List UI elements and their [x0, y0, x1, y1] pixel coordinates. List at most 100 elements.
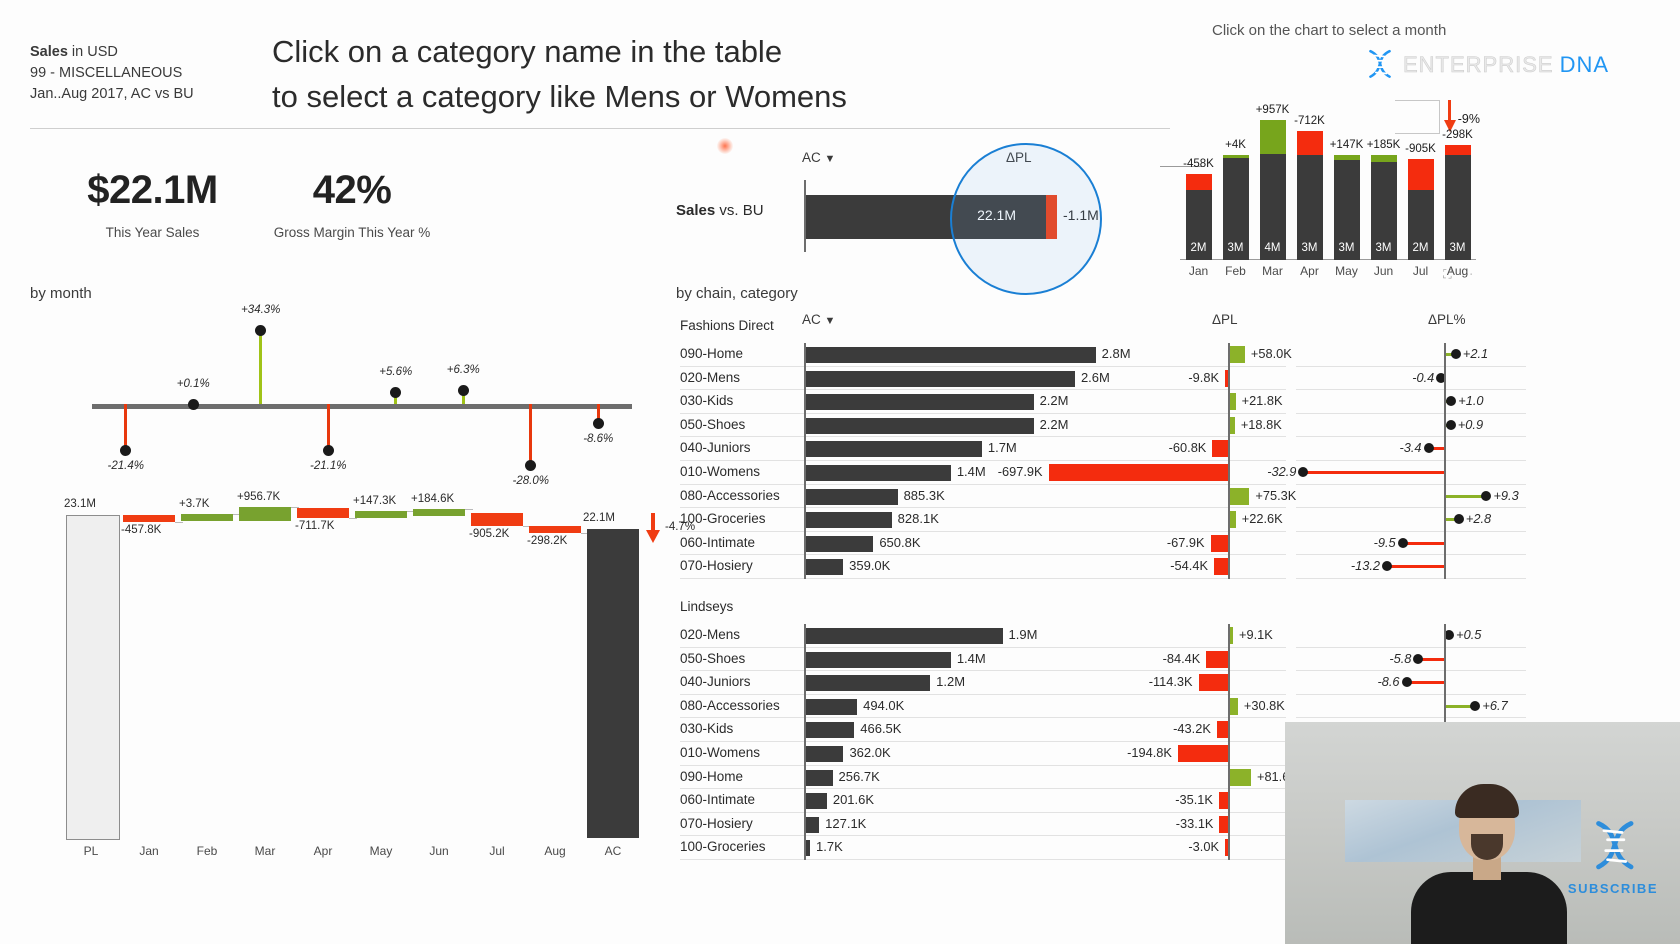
category-name-cell[interactable]: 010-Womens — [680, 464, 760, 479]
category-name-cell[interactable]: 060-Intimate — [680, 535, 755, 550]
ac-value-bar — [806, 347, 1096, 363]
category-name-cell[interactable]: 090-Home — [680, 769, 743, 784]
category-name-cell[interactable]: 080-Accessories — [680, 698, 780, 713]
waterfall-step-bar[interactable] — [181, 514, 233, 522]
dot-plot-label: +5.6% — [379, 365, 413, 378]
waterfall-axis-label[interactable]: Jan — [139, 844, 158, 858]
waterfall-axis-label[interactable]: Mar — [255, 844, 276, 858]
month-variance-column-chart[interactable]: -9% ⛶ ⋯ 2M -458K Jan 3M +4K Feb 4M +957K Mar 3M -7… — [1160, 48, 1480, 281]
table-row[interactable]: 050-Shoes 2.2M +18.8K +0.9 — [676, 414, 1676, 438]
category-name-cell[interactable]: 050-Shoes — [680, 651, 745, 666]
category-name-cell[interactable]: 030-Kids — [680, 393, 733, 408]
table-row[interactable]: 050-Shoes 1.4M -84.4K -5.8 — [676, 648, 1676, 672]
month-column[interactable]: 3M — [1370, 155, 1397, 260]
category-name-cell[interactable]: 010-Womens — [680, 745, 760, 760]
category-name-cell[interactable]: 040-Juniors — [680, 674, 751, 689]
table-row[interactable]: 040-Juniors 1.2M -114.3K -8.6 — [676, 671, 1676, 695]
category-name-cell[interactable]: 030-Kids — [680, 721, 733, 736]
dplpct-dot — [1481, 490, 1492, 501]
waterfall-step-bar[interactable] — [529, 525, 581, 533]
waterfall-axis-label[interactable]: Aug — [544, 844, 565, 858]
waterfall-step-bar[interactable] — [297, 507, 349, 519]
category-name-cell[interactable]: 100-Groceries — [680, 839, 766, 854]
dplpct-dot — [1470, 700, 1481, 711]
month-axis-label[interactable]: Apr — [1300, 264, 1319, 278]
month-variance-bar — [1407, 158, 1434, 191]
table-row[interactable]: 100-Groceries 828.1K +22.6K +2.8 — [676, 508, 1676, 532]
month-axis-label[interactable]: Jan — [1189, 264, 1208, 278]
waterfall-axis-label[interactable]: May — [370, 844, 393, 858]
waterfall-axis-label[interactable]: Feb — [197, 844, 218, 858]
dplpct-value-label: -5.8 — [1389, 650, 1412, 666]
category-name-cell[interactable]: 070-Hosiery — [680, 816, 753, 831]
waterfall-axis-label[interactable]: Jun — [429, 844, 448, 858]
waterfall-step-bar[interactable] — [123, 514, 175, 522]
ac-value-label: 1.4M — [956, 650, 986, 666]
waterfall-axis-label[interactable]: Apr — [314, 844, 333, 858]
category-name-cell[interactable]: 080-Accessories — [680, 488, 780, 503]
ac-column-dropdown[interactable]: AC ▼ — [802, 150, 835, 165]
month-variance-label: +147K — [1329, 139, 1364, 152]
waterfall-step-bar[interactable] — [239, 507, 291, 522]
month-axis-label[interactable]: Jul — [1413, 264, 1428, 278]
month-variance-bar — [1259, 120, 1286, 154]
dplpct-axis-line — [1444, 343, 1446, 579]
table-row[interactable]: 010-Womens 1.4M -697.9K -32.9 — [676, 461, 1676, 485]
dpl-value-label: -84.4K — [1162, 650, 1201, 666]
dpl-variance-bar — [1206, 650, 1228, 668]
month-column[interactable]: 3M — [1444, 155, 1471, 260]
month-column[interactable]: 2M — [1185, 190, 1212, 260]
month-variance-label: +4K — [1225, 139, 1246, 152]
category-name-cell[interactable]: 020-Mens — [680, 370, 740, 385]
month-column[interactable]: 3M — [1222, 155, 1249, 260]
waterfall-step-bar[interactable] — [355, 510, 407, 518]
by-month-dot-plot[interactable]: -21.4% +0.1% +34.3% -21.1% +5.6% +6.3% -28.0% -… — [30, 304, 650, 487]
dplpct-value-label: +2.1 — [1462, 346, 1489, 361]
month-axis-label[interactable]: Aug — [1447, 264, 1468, 278]
month-axis-label[interactable]: Mar — [1262, 264, 1283, 278]
table-row[interactable]: 080-Accessories 885.3K +75.3K +9.3 — [676, 485, 1676, 509]
table-row[interactable]: 060-Intimate 650.8K -67.9K -9.5 — [676, 532, 1676, 556]
ac-value-bar — [806, 769, 833, 786]
waterfall-step-label: +956.7K — [237, 491, 281, 504]
dpl-variance-bar — [1218, 792, 1228, 810]
category-name-cell[interactable]: 100-Groceries — [680, 511, 766, 526]
waterfall-step-label: +147.3K — [353, 494, 397, 507]
dpl-value-label: +58.0K — [1250, 346, 1292, 361]
table-row[interactable]: 020-Mens 1.9M +9.1K +0.5 — [676, 624, 1676, 648]
waterfall-step-bar[interactable] — [413, 508, 465, 516]
category-name-cell[interactable]: 060-Intimate — [680, 792, 755, 807]
dplpct-value-label: +2.8 — [1465, 511, 1492, 527]
dpl-axis-line — [1228, 343, 1230, 579]
month-variance-label: +957K — [1255, 104, 1290, 117]
month-axis-label[interactable]: Jun — [1374, 264, 1393, 278]
table-row[interactable]: 020-Mens 2.6M -9.8K -0.4 — [676, 367, 1676, 391]
month-column[interactable]: 3M — [1333, 155, 1360, 260]
waterfall-axis-label[interactable]: PL — [84, 844, 99, 858]
dashboard-canvas: Sales in USD 99 - MISCELLANEOUS Jan..Aug… — [0, 0, 1680, 944]
waterfall-axis-label[interactable]: Jul — [489, 844, 504, 858]
category-name-cell[interactable]: 050-Shoes — [680, 417, 745, 432]
total-variance-box — [1395, 100, 1440, 134]
category-name-cell[interactable]: 070-Hosiery — [680, 558, 753, 573]
waterfall-step-bar[interactable] — [471, 513, 523, 527]
month-axis-label[interactable]: Feb — [1225, 264, 1246, 278]
dpl-variance-bar — [1230, 768, 1251, 786]
sales-waterfall-chart[interactable]: 23.1M -457.8K +3.7K +956.7K -711.7K +147.3K +1… — [30, 478, 695, 878]
month-column[interactable]: 3M — [1296, 155, 1323, 260]
dot-plot-dot — [525, 459, 537, 471]
table-row[interactable]: 080-Accessories 494.0K +30.8K +6.7 — [676, 695, 1676, 719]
ac-value-label: 1.7K — [816, 839, 843, 855]
category-name-cell[interactable]: 020-Mens — [680, 627, 740, 642]
category-name-cell[interactable]: 090-Home — [680, 346, 743, 361]
dna-helix-icon — [1369, 49, 1391, 78]
category-name-cell[interactable]: 040-Juniors — [680, 440, 751, 455]
table-row[interactable]: 090-Home 2.8M +58.0K +2.1 — [676, 343, 1676, 367]
dot-plot-stem — [326, 404, 330, 450]
table-row[interactable]: 040-Juniors 1.7M -60.8K -3.4 — [676, 437, 1676, 461]
month-axis-label[interactable]: May — [1335, 264, 1358, 278]
table-row[interactable]: 030-Kids 2.2M +21.8K +1.0 — [676, 390, 1676, 414]
waterfall-axis-label[interactable]: AC — [605, 844, 622, 858]
month-column[interactable]: 2M — [1407, 190, 1434, 260]
table-row[interactable]: 070-Hosiery 359.0K -54.4K -13.2 — [676, 555, 1676, 579]
